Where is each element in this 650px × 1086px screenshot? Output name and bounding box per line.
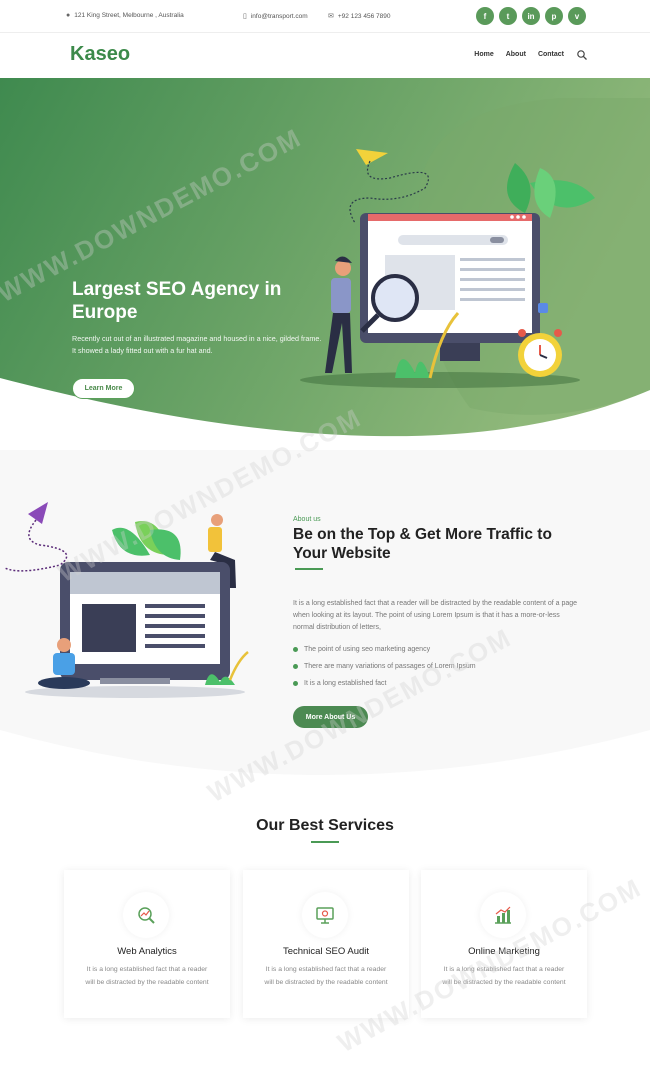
services-title: Our Best Services [256, 817, 394, 834]
location-pin-icon: ● [66, 12, 71, 19]
bullet-icon [293, 647, 298, 652]
bullet-icon [293, 664, 298, 669]
email-info[interactable]: ▯ info@transport.com [243, 12, 308, 21]
main-navigation: Kaseo Home About Contact [0, 33, 650, 78]
search-icon[interactable] [577, 50, 587, 60]
marketing-chart-icon [480, 892, 526, 938]
list-item: It is a long established fact [293, 675, 476, 692]
paper-plane-icon [356, 149, 388, 165]
hero-illustration [300, 149, 595, 388]
title-underline [311, 841, 339, 843]
list-item-text: It is a long established fact [304, 680, 387, 687]
about-title: Be on the Top & Get More Traffic to Your… [293, 526, 552, 562]
phone-info[interactable]: ✉ +92 123 456 7890 [328, 12, 391, 21]
pinterest-icon[interactable]: p [545, 7, 563, 25]
more-about-us-button[interactable]: More About Us [293, 706, 368, 728]
card-text: It is a long established fact that a rea… [85, 966, 209, 986]
social-links: f t in p v [476, 7, 586, 25]
bullet-icon [293, 681, 298, 686]
linkedin-icon[interactable]: in [522, 7, 540, 25]
phone-text[interactable]: +92 123 456 7890 [338, 13, 391, 20]
about-description: It is a long established fact that a rea… [293, 600, 578, 631]
email-text[interactable]: info@transport.com [251, 13, 308, 20]
vimeo-icon[interactable]: v [568, 7, 586, 25]
mail-icon: ✉ [328, 13, 334, 20]
nav-item-contact[interactable]: Contact [538, 51, 564, 58]
list-item-text: The point of using seo marketing agency [304, 646, 431, 653]
paper-plane-icon [28, 502, 48, 524]
about-label: About us [293, 516, 321, 523]
card-title: Online Marketing [468, 946, 540, 957]
hero-title: Largest SEO Agency in Europe [72, 279, 282, 323]
nav-item-home[interactable]: Home [474, 51, 493, 58]
address-text: 121 King Street, Melbourne , Australia [74, 12, 184, 19]
learn-more-button[interactable]: Learn More [72, 378, 135, 399]
address-info: ● 121 King Street, Melbourne , Australia [66, 12, 184, 19]
about-feature-list: The point of using seo marketing agency … [293, 641, 476, 692]
card-title: Web Analytics [117, 946, 177, 957]
twitter-icon[interactable]: t [499, 7, 517, 25]
nav-menu: Home About Contact [474, 51, 564, 58]
card-text: It is a long established fact that a rea… [264, 966, 388, 986]
analytics-icon [123, 892, 169, 938]
service-card-technical-seo-audit[interactable]: Technical SEO Audit It is a long establi… [243, 870, 409, 1018]
list-item: The point of using seo marketing agency [293, 641, 476, 658]
list-item: There are many variations of passages of… [293, 658, 476, 675]
hero-section: Largest SEO Agency in Europe Recently cu… [0, 78, 650, 450]
service-card-online-marketing[interactable]: Online Marketing It is a long establishe… [421, 870, 587, 1018]
card-title: Technical SEO Audit [282, 946, 370, 957]
seo-audit-icon [302, 892, 348, 938]
top-bar: ● 121 King Street, Melbourne , Australia… [0, 0, 650, 33]
title-underline [295, 568, 323, 570]
card-text: It is a long established fact that a rea… [442, 966, 566, 986]
service-card-web-analytics[interactable]: Web Analytics It is a long established f… [64, 870, 230, 1018]
nav-item-about[interactable]: About [506, 51, 526, 58]
about-illustration [4, 502, 249, 698]
hero-description: Recently cut out of an illustrated magaz… [72, 334, 322, 355]
site-logo[interactable]: Kaseo [70, 43, 130, 66]
mobile-icon: ▯ [243, 13, 247, 20]
facebook-icon[interactable]: f [476, 7, 494, 25]
list-item-text: There are many variations of passages of… [304, 663, 476, 670]
